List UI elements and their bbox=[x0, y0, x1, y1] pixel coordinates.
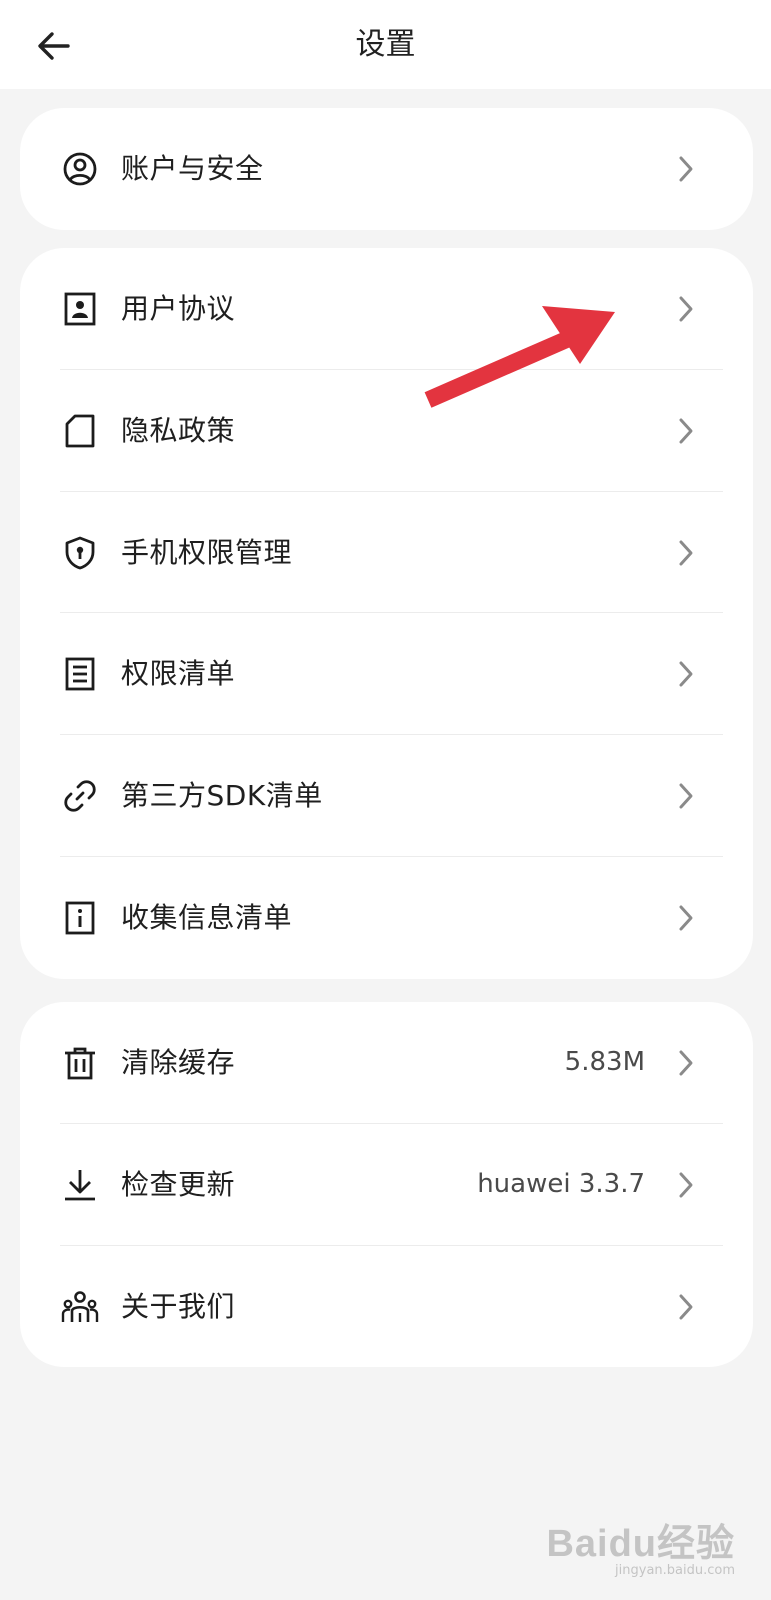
settings-item-label: 手机权限管理 bbox=[121, 535, 293, 569]
settings-item-user-agreement[interactable]: 用户协议 bbox=[20, 248, 753, 370]
file-icon bbox=[61, 412, 99, 450]
chevron-right-icon bbox=[671, 1048, 701, 1078]
chevron-right-icon bbox=[671, 294, 701, 324]
settings-item-label: 权限清单 bbox=[121, 657, 236, 691]
user-circle-icon bbox=[61, 150, 99, 188]
trash-icon bbox=[61, 1044, 99, 1082]
list-document-icon bbox=[61, 655, 99, 693]
link-icon bbox=[61, 777, 99, 815]
info-document-icon bbox=[61, 899, 99, 937]
chevron-right-icon bbox=[671, 154, 701, 184]
chevron-right-icon bbox=[671, 1170, 701, 1200]
chevron-right-icon bbox=[671, 538, 701, 568]
page-title: 设置 bbox=[355, 27, 416, 62]
cache-size-value: 5.83M bbox=[564, 1047, 645, 1077]
settings-item-label: 收集信息清单 bbox=[121, 900, 293, 934]
top-bar: 设置 bbox=[0, 0, 771, 89]
settings-item-about-us[interactable]: 关于我们 bbox=[20, 1246, 753, 1368]
settings-item-label: 第三方SDK清单 bbox=[121, 779, 323, 813]
chevron-right-icon bbox=[671, 1292, 701, 1322]
settings-card-app: 清除缓存 5.83M 检查更新 huawei 3.3.7 关于我们 bbox=[20, 1002, 753, 1368]
settings-item-collected-info[interactable]: 收集信息清单 bbox=[20, 857, 753, 979]
download-icon bbox=[61, 1166, 99, 1204]
watermark-logo: Baidu经验 bbox=[546, 1523, 735, 1565]
settings-card-agreements: 用户协议 隐私政策 手机权限管理 权限清单 第三方SDK清单 收集信息清单 bbox=[20, 248, 753, 979]
settings-item-label: 检查更新 bbox=[121, 1167, 236, 1201]
chevron-right-icon bbox=[671, 781, 701, 811]
group-icon bbox=[61, 1288, 99, 1326]
chevron-right-icon bbox=[671, 659, 701, 689]
user-document-icon bbox=[61, 290, 99, 328]
version-value: huawei 3.3.7 bbox=[477, 1168, 645, 1199]
settings-item-phone-permissions[interactable]: 手机权限管理 bbox=[20, 492, 753, 614]
settings-item-label: 用户协议 bbox=[121, 292, 236, 325]
settings-item-label: 清除缓存 bbox=[121, 1046, 236, 1079]
watermark: Baidu经验 jingyan.baidu.com bbox=[546, 1512, 735, 1578]
settings-card-account: 账户与安全 bbox=[20, 108, 753, 230]
settings-item-third-party-sdk[interactable]: 第三方SDK清单 bbox=[20, 735, 753, 857]
settings-item-label: 账户与安全 bbox=[121, 152, 264, 185]
settings-item-clear-cache[interactable]: 清除缓存 5.83M bbox=[20, 1002, 753, 1124]
chevron-right-icon bbox=[671, 416, 701, 446]
settings-item-label: 隐私政策 bbox=[121, 413, 236, 447]
settings-item-privacy-policy[interactable]: 隐私政策 bbox=[20, 370, 753, 492]
settings-item-account-security[interactable]: 账户与安全 bbox=[20, 108, 753, 230]
settings-item-permission-list[interactable]: 权限清单 bbox=[20, 613, 753, 736]
settings-item-check-update[interactable]: 检查更新 huawei 3.3.7 bbox=[20, 1124, 753, 1246]
chevron-right-icon bbox=[671, 903, 701, 933]
settings-item-label: 关于我们 bbox=[121, 1289, 236, 1323]
shield-lock-icon bbox=[61, 534, 99, 572]
